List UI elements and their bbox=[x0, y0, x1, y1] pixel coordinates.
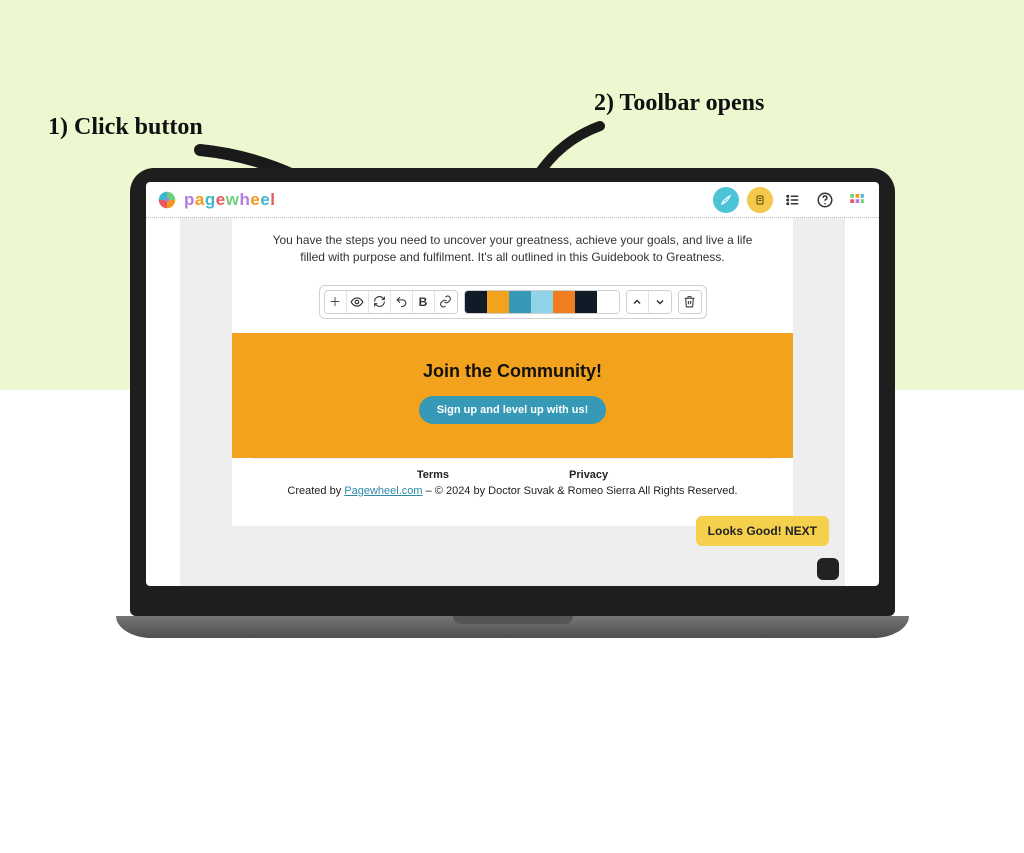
annotation-step1: 1) Click button bbox=[48, 114, 203, 141]
intro-paragraph: You have the steps you need to uncover y… bbox=[232, 218, 793, 275]
footer-terms-link[interactable]: Terms bbox=[417, 469, 449, 481]
toolbar-group-delete bbox=[678, 290, 702, 314]
editor-canvas: You have the steps you need to uncover y… bbox=[180, 218, 845, 586]
color-swatch-2[interactable] bbox=[487, 291, 509, 313]
laptop-screen-frame: pagewheel bbox=[130, 168, 895, 616]
color-swatch-5[interactable] bbox=[553, 291, 575, 313]
header-action-doc-icon[interactable] bbox=[747, 187, 773, 213]
toolbar-delete-icon[interactable] bbox=[679, 291, 701, 313]
header-list-icon[interactable] bbox=[781, 188, 805, 212]
toolbar-move-up-icon[interactable] bbox=[627, 291, 649, 313]
header-palette-icon[interactable] bbox=[845, 188, 869, 212]
laptop-mockup: pagewheel bbox=[116, 168, 909, 638]
brand-name: pagewheel bbox=[184, 190, 276, 210]
color-swatch-1[interactable] bbox=[465, 291, 487, 313]
toolbar-visibility-icon[interactable] bbox=[347, 291, 369, 313]
cta-section[interactable]: Join the Community! Sign up and level up… bbox=[232, 333, 793, 458]
toolbar-group-move bbox=[626, 290, 672, 314]
annotation-step2: 2) Toolbar opens bbox=[594, 90, 764, 117]
color-swatch-3[interactable] bbox=[509, 291, 531, 313]
next-button[interactable]: Looks Good! NEXT bbox=[696, 516, 829, 546]
cta-title: Join the Community! bbox=[242, 361, 783, 382]
toolbar-add-icon[interactable]: ＋ bbox=[325, 291, 347, 313]
toolbar-link-icon[interactable] bbox=[435, 291, 457, 313]
page-footer: Terms Privacy Created by Pagewheel.com –… bbox=[252, 458, 773, 503]
toolbar-bold-icon[interactable]: B bbox=[413, 291, 435, 313]
page-preview: You have the steps you need to uncover y… bbox=[232, 218, 793, 526]
toolbar-group-actions: ＋ B bbox=[324, 290, 458, 314]
color-swatch-4[interactable] bbox=[531, 291, 553, 313]
chat-widget-icon[interactable] bbox=[817, 558, 839, 580]
color-swatch-7[interactable] bbox=[597, 291, 619, 313]
footer-pagewheel-link[interactable]: Pagewheel.com bbox=[344, 485, 422, 497]
block-toolbar: ＋ B bbox=[319, 285, 707, 319]
toolbar-move-down-icon[interactable] bbox=[649, 291, 671, 313]
app-screen: pagewheel bbox=[146, 182, 879, 586]
laptop-base bbox=[116, 616, 909, 638]
toolbar-group-swatches bbox=[464, 290, 620, 314]
color-swatch-6[interactable] bbox=[575, 291, 597, 313]
pinwheel-logo-icon bbox=[156, 189, 178, 211]
footer-privacy-link[interactable]: Privacy bbox=[569, 469, 608, 481]
toolbar-undo-icon[interactable] bbox=[391, 291, 413, 313]
cta-signup-button[interactable]: Sign up and level up with us! bbox=[419, 396, 607, 424]
header-action-rocket-icon[interactable] bbox=[713, 187, 739, 213]
app-header: pagewheel bbox=[146, 182, 879, 218]
header-help-icon[interactable] bbox=[813, 188, 837, 212]
toolbar-refresh-icon[interactable] bbox=[369, 291, 391, 313]
footer-copyright: Created by Pagewheel.com – © 2024 by Doc… bbox=[272, 485, 753, 497]
